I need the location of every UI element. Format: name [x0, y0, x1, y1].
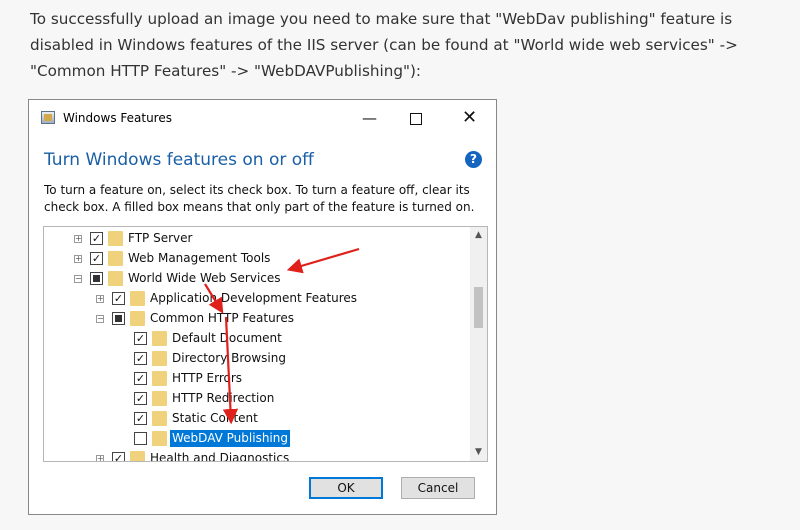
- tree-row-application-development-features[interactable]: + ✓ Application Development Features: [44, 289, 464, 309]
- tree-row-health-and-diagnostics[interactable]: + ✓ Health and Diagnostics: [44, 449, 464, 461]
- folder-icon: [108, 251, 123, 266]
- tree-label[interactable]: Application Development Features: [148, 290, 359, 307]
- tree-row-http-errors[interactable]: ✓ HTTP Errors: [44, 369, 464, 389]
- tree-label[interactable]: FTP Server: [126, 230, 194, 247]
- windows-features-dialog: Windows Features — ✕ Turn Windows featur…: [28, 99, 497, 515]
- checkbox[interactable]: ✓: [134, 392, 147, 405]
- tree-label[interactable]: Directory Browsing: [170, 350, 288, 367]
- features-tree[interactable]: + ✓ FTP Server + ✓ Web Management Tools …: [43, 226, 488, 462]
- folder-icon: [108, 231, 123, 246]
- close-button[interactable]: ✕: [447, 103, 492, 133]
- folder-icon: [152, 351, 167, 366]
- tree-row-http-redirection[interactable]: ✓ HTTP Redirection: [44, 389, 464, 409]
- checkbox[interactable]: ✓: [134, 372, 147, 385]
- tree-scrollbar[interactable]: ▲ ▼: [470, 227, 487, 461]
- checkbox[interactable]: ✓: [134, 412, 147, 425]
- tree-row-world-wide-web-services[interactable]: − World Wide Web Services: [44, 269, 464, 289]
- tree-label[interactable]: Default Document: [170, 330, 284, 347]
- folder-icon: [108, 271, 123, 286]
- maximize-icon: [409, 112, 422, 125]
- collapse-icon[interactable]: −: [96, 315, 104, 323]
- tree-row-default-document[interactable]: ✓ Default Document: [44, 329, 464, 349]
- tree-label[interactable]: Common HTTP Features: [148, 310, 296, 327]
- checkbox[interactable]: ✓: [112, 452, 125, 461]
- checkbox-partial[interactable]: [112, 312, 125, 325]
- checkbox[interactable]: ✓: [134, 332, 147, 345]
- intro-paragraph: To successfully upload an image you need…: [30, 10, 738, 80]
- checkbox-partial[interactable]: [90, 272, 103, 285]
- expand-icon[interactable]: +: [74, 255, 82, 263]
- tree-row-common-http-features[interactable]: − Common HTTP Features: [44, 309, 464, 329]
- folder-icon: [152, 411, 167, 426]
- checkbox[interactable]: ✓: [90, 252, 103, 265]
- scroll-thumb[interactable]: [474, 287, 483, 328]
- tree-label[interactable]: Static Content: [170, 410, 260, 427]
- checkbox[interactable]: ✓: [134, 352, 147, 365]
- tree-label[interactable]: HTTP Errors: [170, 370, 244, 387]
- dialog-title: Windows Features: [63, 111, 172, 125]
- expand-icon[interactable]: +: [96, 295, 104, 303]
- checkbox-unchecked[interactable]: [134, 432, 147, 445]
- help-icon[interactable]: ?: [465, 151, 482, 168]
- dialog-heading: Turn Windows features on or off: [44, 150, 314, 170]
- tree-label[interactable]: HTTP Redirection: [170, 390, 276, 407]
- scroll-up-icon[interactable]: ▲: [470, 227, 487, 244]
- tree-row-web-management-tools[interactable]: + ✓ Web Management Tools: [44, 249, 464, 269]
- tree-row-static-content[interactable]: ✓ Static Content: [44, 409, 464, 429]
- minimize-button[interactable]: —: [347, 103, 392, 133]
- collapse-icon[interactable]: −: [74, 275, 82, 283]
- dialog-description: To turn a feature on, select its check b…: [44, 183, 475, 214]
- tree-row-webdav-publishing[interactable]: WebDAV Publishing: [44, 429, 464, 449]
- tree-label[interactable]: Health and Diagnostics: [148, 450, 291, 461]
- title-bar: Windows Features — ✕: [29, 100, 496, 137]
- tree-label-selected[interactable]: WebDAV Publishing: [170, 430, 290, 447]
- cancel-button[interactable]: Cancel: [401, 477, 475, 499]
- expand-icon[interactable]: +: [74, 235, 82, 243]
- folder-icon: [130, 311, 145, 326]
- checkbox[interactable]: ✓: [90, 232, 103, 245]
- expand-icon[interactable]: +: [96, 455, 104, 461]
- folder-icon: [152, 431, 167, 446]
- tree-row-directory-browsing[interactable]: ✓ Directory Browsing: [44, 349, 464, 369]
- tree-label[interactable]: Web Management Tools: [126, 250, 272, 267]
- ok-button[interactable]: OK: [309, 477, 383, 499]
- windows-features-icon: [41, 111, 55, 124]
- folder-icon: [152, 391, 167, 406]
- tree-label[interactable]: World Wide Web Services: [126, 270, 283, 287]
- folder-icon: [152, 371, 167, 386]
- folder-icon: [130, 451, 145, 461]
- folder-icon: [130, 291, 145, 306]
- tree-row-ftp-server[interactable]: + ✓ FTP Server: [44, 229, 464, 249]
- checkbox[interactable]: ✓: [112, 292, 125, 305]
- maximize-button[interactable]: [393, 103, 438, 133]
- folder-icon: [152, 331, 167, 346]
- scroll-down-icon[interactable]: ▼: [470, 444, 487, 461]
